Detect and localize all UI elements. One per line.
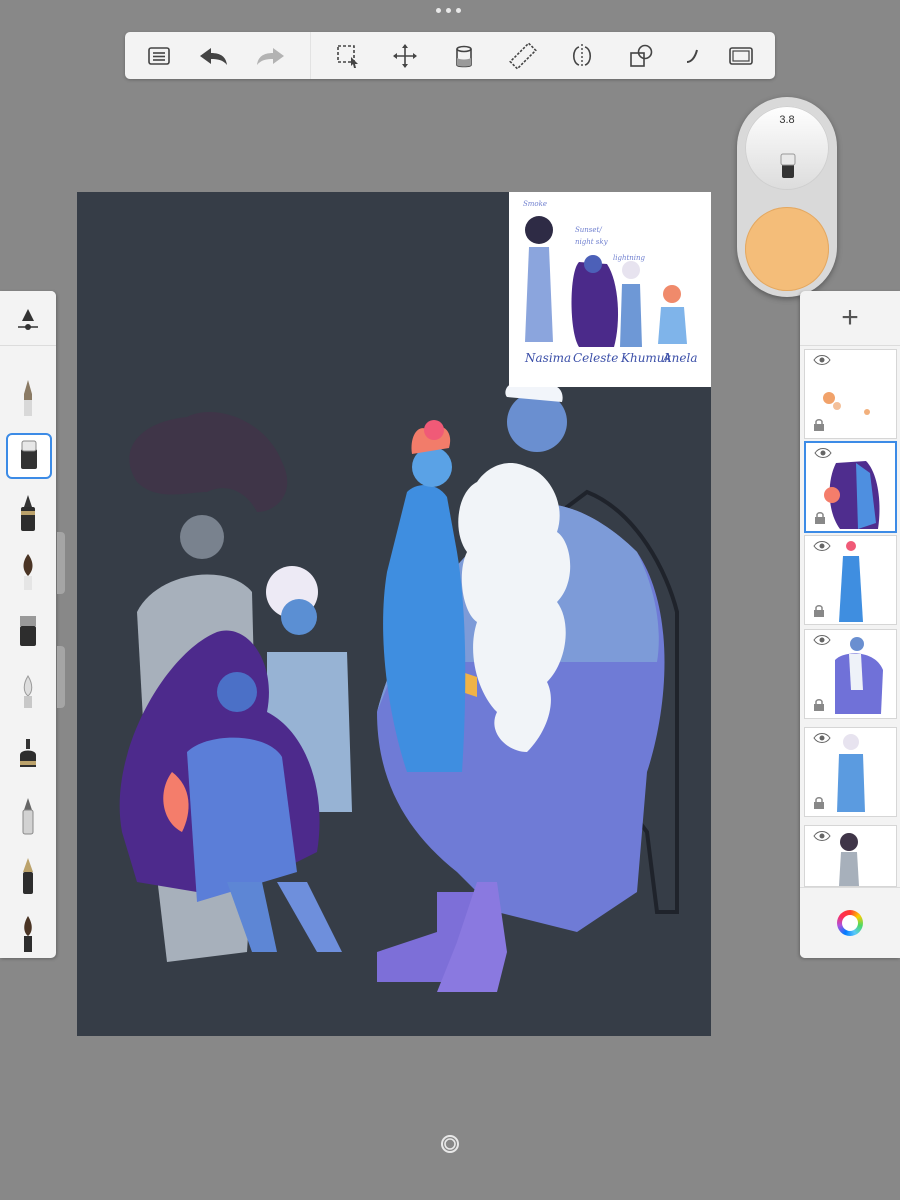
reference-image[interactable]: Smoke Sunset/ night sky lightning Nasima… xyxy=(509,192,711,387)
sync-icon[interactable] xyxy=(440,1134,460,1154)
brush-fountain-pen[interactable] xyxy=(6,853,50,899)
layer-nasima[interactable] xyxy=(804,825,897,887)
brush-library-panel xyxy=(0,291,56,958)
layer-khumuk[interactable] xyxy=(804,727,897,817)
brush-airbrush[interactable] xyxy=(6,607,50,653)
add-layer-button[interactable]: + xyxy=(800,291,900,346)
selection-icon[interactable] xyxy=(330,38,366,74)
layer-elder[interactable] xyxy=(804,629,897,719)
main-toolbar xyxy=(125,32,775,79)
shapes-icon[interactable] xyxy=(623,38,659,74)
list-icon[interactable] xyxy=(141,38,177,74)
brush-size-control[interactable]: 3.8 xyxy=(745,106,829,190)
ref-note-night-sky: night sky xyxy=(575,238,608,246)
layer-panel-footer xyxy=(800,887,900,958)
fullscreen-icon[interactable] xyxy=(723,38,759,74)
lock-icon[interactable] xyxy=(813,796,825,810)
brush-marker[interactable] xyxy=(6,433,52,479)
brush-smudge[interactable] xyxy=(6,669,50,715)
brush-wet-brush[interactable] xyxy=(6,911,50,957)
layer-sparks[interactable] xyxy=(804,349,897,439)
redo-icon[interactable] xyxy=(253,38,289,74)
ref-note-smoke: Smoke xyxy=(523,200,548,208)
brush-panel-header[interactable] xyxy=(0,291,56,346)
multitask-dots[interactable] xyxy=(436,8,461,13)
brush-paintbrush[interactable] xyxy=(6,549,50,595)
ref-name-celeste: Celeste xyxy=(573,351,619,365)
current-color-swatch[interactable] xyxy=(745,207,829,291)
brush-fineliner[interactable] xyxy=(6,490,50,536)
brush-preview-icon xyxy=(780,153,796,178)
size-slider-handle[interactable] xyxy=(57,532,65,594)
color-wheel-icon[interactable] xyxy=(837,910,863,936)
lock-icon[interactable] xyxy=(813,418,825,432)
layers-panel: + xyxy=(800,291,900,958)
undo-icon[interactable] xyxy=(195,38,231,74)
drawing-canvas[interactable]: Smoke Sunset/ night sky lightning Nasima… xyxy=(77,192,711,1036)
brush-puck[interactable]: 3.8 xyxy=(737,97,837,297)
lock-icon[interactable] xyxy=(814,511,826,525)
ref-note-lightning: lightning xyxy=(613,254,646,262)
ref-name-nasima: Nasima xyxy=(525,351,572,365)
layer-anela[interactable] xyxy=(804,441,897,533)
layer-anela-tall[interactable] xyxy=(804,535,897,625)
ref-name-anela: Anela xyxy=(663,351,698,365)
brush-properties-icon xyxy=(18,309,38,330)
ref-note-sunset: Sunset/ xyxy=(575,226,602,234)
toolbar-divider xyxy=(310,32,311,79)
brush-ink[interactable] xyxy=(6,732,50,778)
fill-icon[interactable] xyxy=(446,38,482,74)
opacity-slider-handle[interactable] xyxy=(57,646,65,708)
brush-pencil[interactable] xyxy=(6,375,50,421)
brush-technical-pen[interactable] xyxy=(6,793,50,839)
symmetry-icon[interactable] xyxy=(564,38,600,74)
lock-icon[interactable] xyxy=(813,698,825,712)
curve-icon[interactable] xyxy=(675,38,711,74)
ruler-icon[interactable] xyxy=(505,38,541,74)
lock-icon[interactable] xyxy=(813,604,825,618)
transform-icon[interactable] xyxy=(387,38,423,74)
